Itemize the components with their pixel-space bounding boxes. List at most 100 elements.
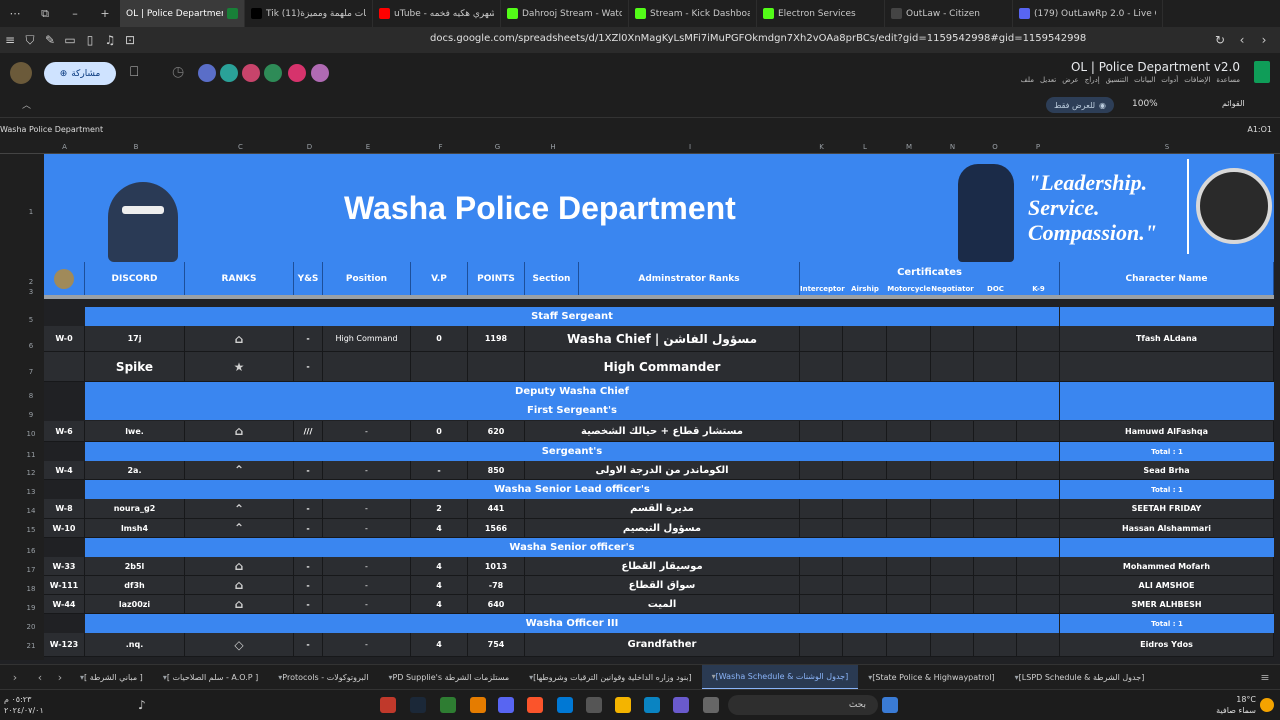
shield-icon[interactable]: ⛉ xyxy=(20,33,40,48)
cell-discord[interactable]: 2b5l xyxy=(85,557,185,575)
column-header[interactable]: S xyxy=(1060,140,1274,154)
music-icon[interactable]: ♫ xyxy=(100,33,120,47)
cert-cell[interactable] xyxy=(931,461,974,479)
avatar[interactable] xyxy=(10,62,32,84)
cert-cell[interactable] xyxy=(843,421,887,441)
cell-ys[interactable]: - xyxy=(294,633,323,656)
app-icon[interactable] xyxy=(380,697,396,713)
row-header[interactable]: 13 xyxy=(18,488,44,496)
cert-cell[interactable] xyxy=(931,576,974,594)
table-row[interactable]: W-44 laz00zi ⌂ - -4 640 الميت SMER ALHBESH xyxy=(44,595,1274,614)
cert-cell[interactable] xyxy=(843,557,887,575)
cert-cell[interactable] xyxy=(843,595,887,613)
cell-rank[interactable]: ⌂ xyxy=(185,576,294,594)
cert-cell[interactable] xyxy=(974,576,1017,594)
url-field[interactable]: docs.google.com/spreadsheets/d/1XZl0XnMa… xyxy=(430,33,1086,44)
cell-vp[interactable]: 4 xyxy=(411,519,468,537)
cell-name[interactable]: SEETAH FRIDAY xyxy=(1060,499,1274,518)
doc-title[interactable]: OL | Police Department v2.0 xyxy=(1071,60,1240,74)
row-header[interactable]: 17 xyxy=(18,566,44,574)
cell-admin[interactable]: مسؤول التبصيم xyxy=(525,519,800,537)
row-header[interactable]: 21 xyxy=(18,642,44,650)
menu-item[interactable]: الإضافات xyxy=(1184,76,1210,84)
history-icon[interactable]: ◷ xyxy=(172,64,184,80)
app-icon[interactable] xyxy=(586,697,602,713)
cert-cell[interactable] xyxy=(974,326,1017,351)
cell-rank[interactable]: ⌃ xyxy=(185,499,294,518)
new-tab-icon[interactable]: + xyxy=(90,7,120,20)
sheet-tab[interactable]: ▾ [State Police & Highwaypatrol] xyxy=(858,665,1004,690)
cell-rank[interactable]: ⌃ xyxy=(185,461,294,479)
column-header[interactable]: G xyxy=(469,140,526,154)
browser-tab[interactable]: OutLaw - Citizen xyxy=(885,0,1013,27)
cell-admin[interactable]: Grandfather xyxy=(525,633,800,656)
cert-cell[interactable] xyxy=(931,595,974,613)
cell-position[interactable]: - xyxy=(323,633,411,656)
cert-cell[interactable] xyxy=(843,326,887,351)
sheet-tab[interactable]: ▾ [بنود وزاره الداخلية وقوانين الترقيات … xyxy=(519,665,702,690)
app-icon[interactable] xyxy=(673,697,689,713)
avatar[interactable] xyxy=(198,64,216,82)
cert-cell[interactable] xyxy=(800,421,843,441)
cert-cell[interactable] xyxy=(887,326,931,351)
cert-cell[interactable] xyxy=(800,461,843,479)
cell-rank[interactable]: ⌃ xyxy=(185,519,294,537)
cell-rank[interactable]: ◇ xyxy=(185,633,294,656)
sheet-tab[interactable]: ▾ Protocols - البروتوكولات xyxy=(268,665,378,690)
cert-cell[interactable] xyxy=(1017,519,1060,537)
cell-points[interactable]: 640 xyxy=(468,595,525,613)
cert-cell[interactable] xyxy=(1017,576,1060,594)
cell-name[interactable]: Mohammed Mofarh xyxy=(1060,557,1274,575)
column-header[interactable]: P xyxy=(1016,140,1060,154)
browser-tab[interactable]: uTube - لعب شهري هكيه فخمه xyxy=(373,0,501,27)
cert-cell[interactable] xyxy=(1017,461,1060,479)
cell-vp[interactable]: 0 xyxy=(411,421,468,441)
cell-rank[interactable]: ⌂ xyxy=(185,421,294,441)
cert-cell[interactable] xyxy=(1017,326,1060,351)
menu-item[interactable]: تعديل xyxy=(1040,76,1056,84)
sheet-next-icon[interactable]: › xyxy=(50,671,70,684)
cell-ys[interactable]: /// xyxy=(294,421,323,441)
cell-admin[interactable]: High Commander xyxy=(525,352,800,381)
cell-rank[interactable]: ⌂ xyxy=(185,326,294,351)
row-header[interactable]: 16 xyxy=(18,547,44,555)
menu-item[interactable]: أدوات xyxy=(1161,76,1178,84)
cert-cell[interactable] xyxy=(843,352,887,381)
cell-id[interactable]: W-4 xyxy=(44,461,85,479)
cert-cell[interactable] xyxy=(800,499,843,518)
steam-icon[interactable] xyxy=(410,697,426,713)
cert-cell[interactable] xyxy=(843,519,887,537)
cell-ys[interactable]: - xyxy=(294,595,323,613)
cell-ys[interactable]: - xyxy=(294,576,323,594)
column-header[interactable]: N xyxy=(931,140,974,154)
app-icon[interactable] xyxy=(440,697,456,713)
cell-points[interactable]: 754 xyxy=(468,633,525,656)
cert-cell[interactable] xyxy=(843,633,887,656)
cert-cell[interactable] xyxy=(974,352,1017,381)
menu-item[interactable]: ملف xyxy=(1021,76,1034,84)
cell-ys[interactable]: - xyxy=(294,557,323,575)
cert-cell[interactable] xyxy=(931,326,974,351)
cell-points[interactable]: -78 xyxy=(468,576,525,594)
cell-points[interactable]: 1566 xyxy=(468,519,525,537)
cell-rank[interactable]: ⌂ xyxy=(185,557,294,575)
avatar[interactable] xyxy=(264,64,282,82)
cell-ys[interactable]: - xyxy=(294,352,323,381)
row-header[interactable]: 15 xyxy=(18,526,44,534)
cell-points[interactable]: 850 xyxy=(468,461,525,479)
browser-tab[interactable]: Stream - Kick Dashboard xyxy=(629,0,757,27)
cert-cell[interactable] xyxy=(931,499,974,518)
row-header[interactable]: 9 xyxy=(18,411,44,419)
cert-cell[interactable] xyxy=(1017,557,1060,575)
edge-icon[interactable] xyxy=(644,697,660,713)
cert-cell[interactable] xyxy=(974,557,1017,575)
cert-cell[interactable] xyxy=(931,519,974,537)
cert-cell[interactable] xyxy=(800,595,843,613)
cell-points[interactable] xyxy=(468,352,525,381)
sheet-tab[interactable]: ▾ [ مباني الشرطة ] xyxy=(70,665,153,690)
cell-name[interactable]: Eidros Ydos xyxy=(1060,633,1274,656)
cert-cell[interactable] xyxy=(1017,595,1060,613)
table-row[interactable]: W-0 17j ⌂ - High Command 0 1198 Washa Chief | م… xyxy=(44,326,1274,352)
browser-tab[interactable]: Dahrooj Stream - Watch Live o xyxy=(501,0,629,27)
column-header[interactable]: D xyxy=(295,140,324,154)
